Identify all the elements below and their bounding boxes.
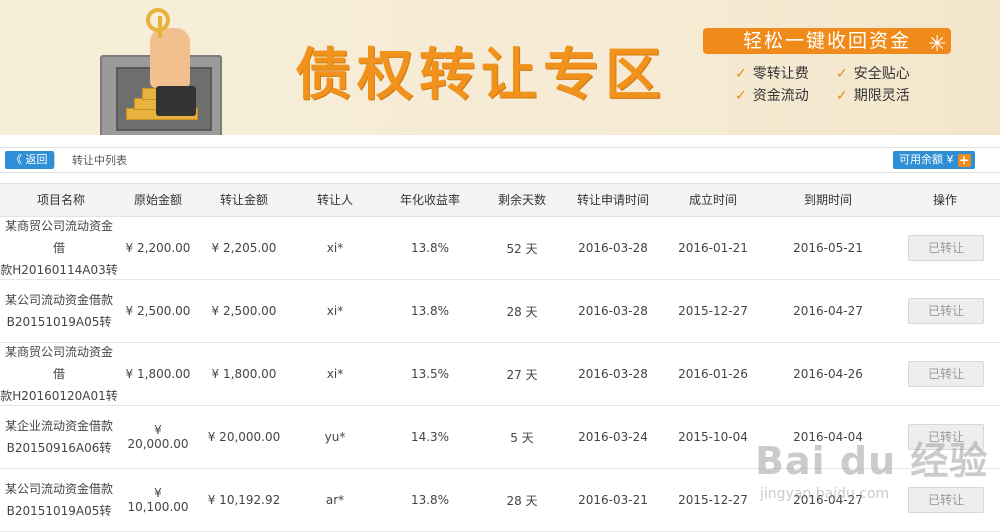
action-cell: 已转让 — [906, 280, 986, 342]
apply-time-cell: 2016-03-24 — [578, 430, 648, 444]
start-time-cell: 2015-12-27 — [678, 304, 748, 318]
original-amount-cell: ¥ 2,200.00 — [125, 241, 191, 255]
header-annual-rate: 年化收益率 — [399, 193, 460, 207]
due-time-cell: 2016-04-27 — [793, 304, 863, 318]
project-name-cell: 某商贸公司流动资金借 款H20160120A01转 — [0, 345, 118, 403]
assignor-cell: xi* — [326, 304, 344, 318]
project-name-cell: 某公司流动资金借款 B20151019A05转 — [4, 482, 113, 518]
watermark-url: jingyan.baidu.com — [760, 486, 890, 502]
slogan-badge: 轻松一键收回资金 — [703, 28, 951, 54]
original-amount-cell: ¥ 1,800.00 — [125, 367, 191, 381]
start-time-cell: 2016-01-26 — [678, 367, 748, 381]
rate-cell: 13.8% — [410, 241, 450, 255]
apply-time-cell: 2016-03-28 — [578, 304, 648, 318]
transferred-button[interactable]: 已转让 — [908, 487, 984, 513]
assignor-cell: ar* — [325, 493, 345, 507]
transfer-amount-cell: ¥ 20,000.00 — [207, 430, 281, 444]
header-original-amount: 原始金额 — [133, 193, 182, 207]
days-cell: 28 天 — [506, 304, 538, 319]
transfer-amount-cell: ¥ 1,800.00 — [211, 367, 277, 381]
feature-item: ✓ 资金流动 — [735, 88, 809, 104]
check-icon: ✓ — [735, 66, 747, 82]
baidu-watermark: Bai du 经验 — [755, 439, 989, 483]
feature-item: ✓ 期限灵活 — [836, 88, 910, 104]
days-cell: 52 天 — [506, 241, 538, 256]
header-due-time: 到期时间 — [803, 193, 852, 207]
transferred-button[interactable]: 已转让 — [908, 298, 984, 324]
plus-icon[interactable]: + — [957, 154, 971, 167]
header-assignor: 转让人 — [316, 193, 353, 207]
check-icon: ✓ — [836, 88, 848, 104]
hand-illustration — [150, 28, 190, 88]
action-cell: 已转让 — [906, 343, 986, 405]
header-project-name: 项目名称 — [36, 193, 85, 207]
days-cell: 5 天 — [510, 430, 534, 445]
banner: 债权转让专区 轻松一键收回资金 ✳ ✓ 零转让费 ✓ 安全贴心 ✓ 资金流动 ✓ 期限灵… — [0, 0, 1000, 135]
rate-cell: 13.8% — [410, 304, 450, 318]
cursor-icon: ✳ — [928, 32, 947, 57]
back-button[interactable]: 《 返回 — [5, 151, 54, 169]
apply-time-cell: 2016-03-21 — [578, 493, 648, 507]
header-remaining-days: 剩余天数 — [497, 193, 546, 207]
table-header: 项目名称 原始金额 转让金额 转让人 年化收益率 剩余天数 转让申请时间 成立时… — [0, 183, 1000, 217]
transferred-button[interactable]: 已转让 — [908, 235, 984, 261]
header-apply-time: 转让申请时间 — [576, 193, 649, 207]
rate-cell: 13.8% — [410, 493, 450, 507]
start-time-cell: 2015-10-04 — [678, 430, 748, 444]
due-time-cell: 2016-04-26 — [793, 367, 863, 381]
header-start-time: 成立时间 — [688, 193, 737, 207]
check-icon: ✓ — [836, 66, 848, 82]
transferred-button[interactable]: 已转让 — [908, 361, 984, 387]
transfer-amount-cell: ¥ 10,192.92 — [207, 493, 281, 507]
table-row: 某公司流动资金借款 B20151019A05转 ¥ 2,500.00 ¥ 2,50… — [0, 280, 1000, 343]
rate-cell: 13.5% — [410, 367, 450, 381]
table-row: 某商贸公司流动资金借 款H20160120A01转 ¥ 1,800.00 ¥ 1,… — [0, 343, 1000, 406]
table-row: 某商贸公司流动资金借 款H20160114A03转 ¥ 2,200.00 ¥ 2,… — [0, 217, 1000, 280]
transfer-amount-cell: ¥ 2,500.00 — [211, 304, 277, 318]
start-time-cell: 2016-01-21 — [678, 241, 748, 255]
check-icon: ✓ — [735, 88, 747, 104]
original-amount-cell: ¥ 20,000.00 — [127, 423, 189, 451]
assignor-cell: xi* — [326, 367, 344, 381]
apply-time-cell: 2016-03-28 — [578, 367, 648, 381]
action-cell: 已转让 — [906, 217, 986, 279]
header-transfer-amount: 转让金额 — [219, 193, 268, 207]
project-name-cell: 某公司流动资金借款 B20151019A05转 — [4, 293, 113, 329]
list-title: 转让中列表 — [72, 154, 127, 167]
project-name-cell: 某商贸公司流动资金借 款H20160114A03转 — [0, 219, 118, 277]
days-cell: 28 天 — [506, 493, 538, 508]
transfer-amount-cell: ¥ 2,205.00 — [211, 241, 277, 255]
header-action: 操作 — [932, 193, 957, 207]
days-cell: 27 天 — [506, 367, 538, 382]
banner-title: 债权转让专区 — [295, 43, 667, 108]
due-time-cell: 2016-05-21 — [793, 241, 863, 255]
divider — [54, 153, 55, 167]
feature-item: ✓ 安全贴心 — [836, 66, 910, 82]
start-time-cell: 2015-12-27 — [678, 493, 748, 507]
list-toolbar: 《 返回 转让中列表 可用余额 ¥ + — [0, 147, 1000, 173]
apply-time-cell: 2016-03-28 — [578, 241, 648, 255]
project-name-cell: 某企业流动资金借款 B20150916A06转 — [4, 419, 113, 455]
rate-cell: 14.3% — [410, 430, 450, 444]
assignor-cell: xi* — [326, 241, 344, 255]
original-amount-cell: ¥ 2,500.00 — [125, 304, 191, 318]
assignor-cell: yu* — [324, 430, 346, 444]
feature-item: ✓ 零转让费 — [735, 66, 809, 82]
balance-button[interactable]: 可用余额 ¥ + — [893, 151, 975, 169]
original-amount-cell: ¥ 10,100.00 — [127, 486, 189, 514]
